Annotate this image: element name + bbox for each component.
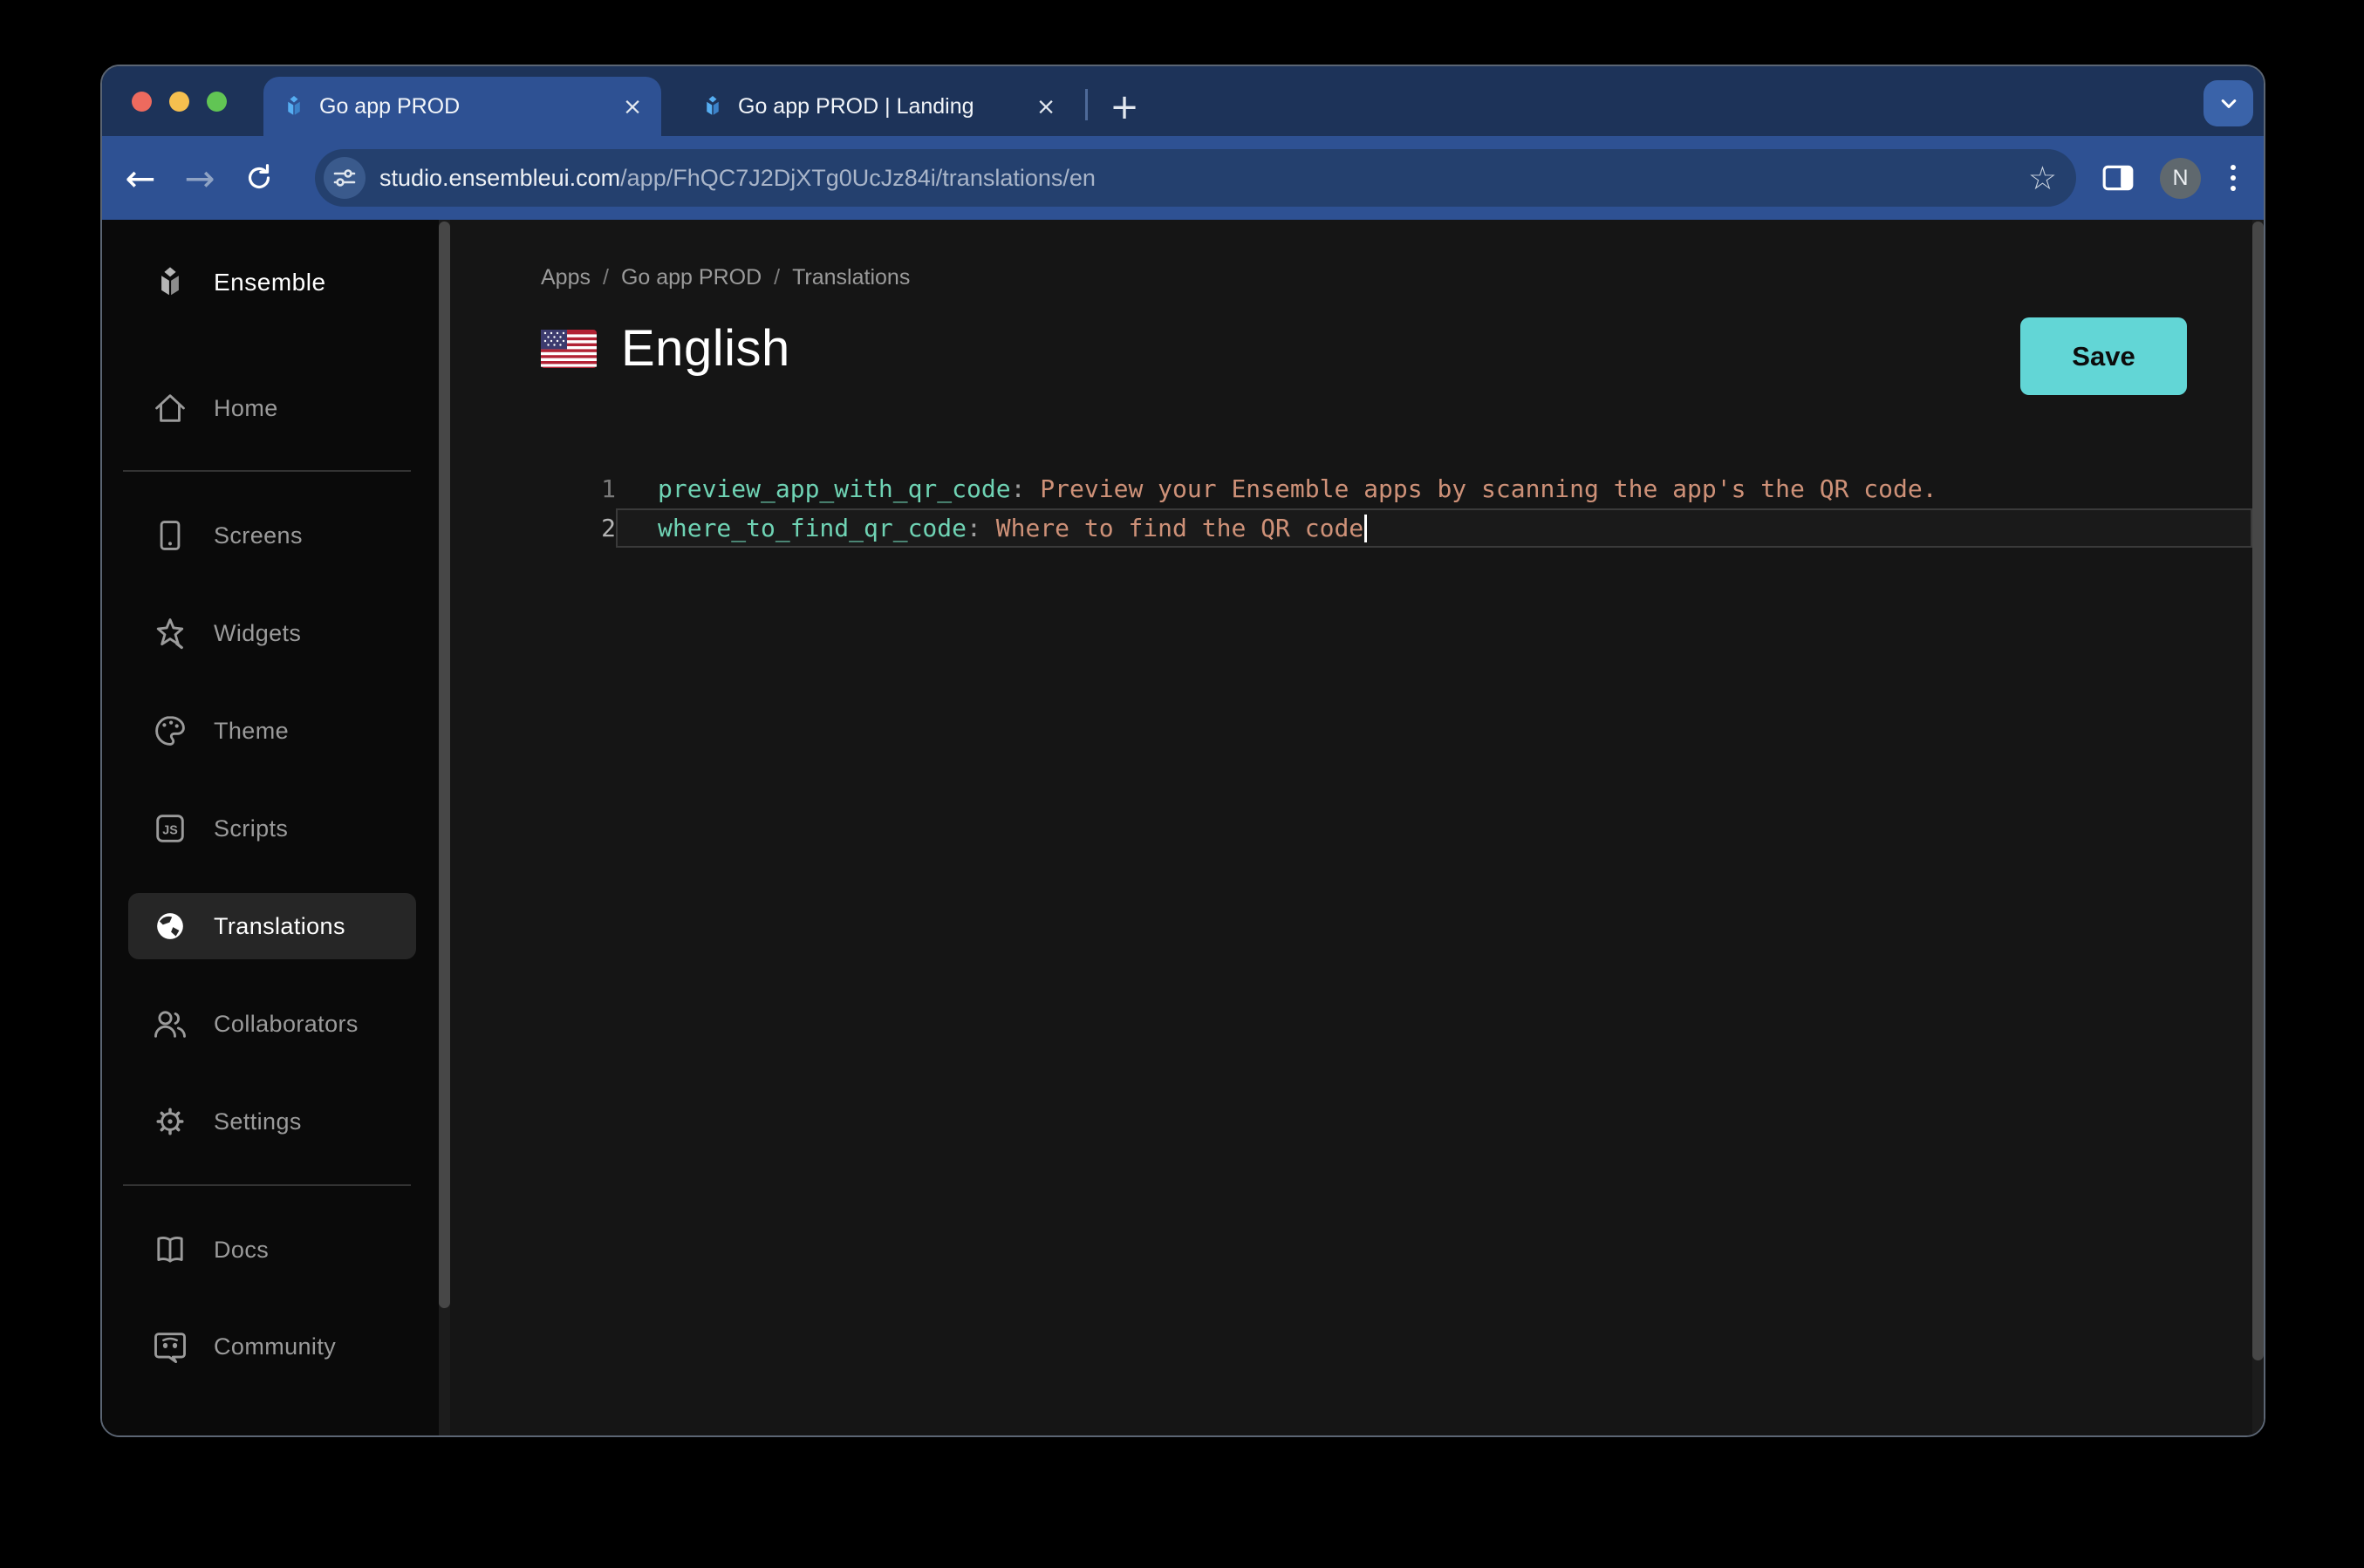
tune-icon bbox=[329, 162, 360, 194]
tab-search-button[interactable] bbox=[2203, 80, 2253, 126]
line-number: 2 bbox=[450, 514, 616, 542]
window-controls bbox=[132, 92, 227, 112]
svg-text:JS: JS bbox=[162, 824, 178, 838]
sidebar-divider bbox=[123, 1184, 411, 1186]
sidebar-scrollbar[interactable] bbox=[439, 222, 450, 1308]
editor-line[interactable]: 1 preview_app_with_qr_code: Preview your… bbox=[450, 469, 2252, 508]
url-domain: studio.ensembleui.com bbox=[379, 165, 620, 191]
side-panel-icon bbox=[2099, 160, 2137, 195]
breadcrumb-app[interactable]: Go app PROD bbox=[621, 265, 762, 290]
new-tab-button[interactable]: + bbox=[1105, 87, 1144, 127]
reload-button[interactable] bbox=[233, 152, 285, 204]
yaml-key: where_to_find_qr_code bbox=[658, 514, 967, 542]
home-icon bbox=[151, 389, 189, 427]
palette-icon bbox=[151, 712, 189, 750]
save-button[interactable]: Save bbox=[2020, 317, 2187, 395]
editor-line-active[interactable]: 2 where_to_find_qr_code: Where to find t… bbox=[450, 508, 2252, 548]
sidebar-item-screens[interactable]: Screens bbox=[128, 502, 416, 569]
tab-title: Go app PROD bbox=[319, 94, 605, 119]
breadcrumb: Apps / Go app PROD / Translations bbox=[541, 265, 910, 290]
profile-avatar[interactable]: N bbox=[2160, 158, 2201, 199]
tab-go-app-prod[interactable]: Go app PROD × bbox=[263, 77, 661, 136]
widgets-star-icon bbox=[151, 614, 189, 652]
zoom-window-button[interactable] bbox=[207, 92, 227, 112]
breadcrumb-translations[interactable]: Translations bbox=[792, 265, 910, 290]
browser-window: Go app PROD × Go app PROD | Landing × + bbox=[100, 65, 2265, 1437]
yaml-key: preview_app_with_qr_code bbox=[658, 474, 1011, 503]
line-number: 1 bbox=[450, 474, 616, 503]
screens-icon bbox=[151, 516, 189, 555]
forward-button[interactable]: → bbox=[174, 152, 226, 204]
code-line[interactable]: where_to_find_qr_code: Where to find the… bbox=[616, 508, 2252, 548]
sidebar-divider bbox=[123, 470, 411, 472]
main-scrollbar[interactable] bbox=[2252, 222, 2264, 1360]
sidebar-item-docs[interactable]: Docs bbox=[128, 1217, 416, 1283]
text-cursor bbox=[1364, 515, 1367, 542]
browser-menu-button[interactable] bbox=[2222, 158, 2244, 198]
gear-icon bbox=[151, 1102, 189, 1141]
book-icon bbox=[151, 1231, 189, 1269]
page-title: English bbox=[621, 319, 790, 378]
yaml-colon: : bbox=[967, 514, 981, 542]
sidebar-scrollbar-track bbox=[439, 220, 450, 1437]
globe-icon bbox=[151, 907, 189, 945]
close-tab-icon[interactable]: × bbox=[618, 92, 647, 121]
brand-row[interactable]: Ensemble bbox=[128, 249, 416, 316]
chevron-down-icon bbox=[2214, 89, 2244, 119]
close-window-button[interactable] bbox=[132, 92, 152, 112]
breadcrumb-separator: / bbox=[774, 265, 780, 290]
people-icon bbox=[151, 1005, 189, 1043]
discord-icon bbox=[151, 1327, 189, 1366]
sidebar-item-collaborators[interactable]: Collaborators bbox=[128, 991, 416, 1057]
code-line[interactable]: preview_app_with_qr_code: Preview your E… bbox=[616, 469, 2252, 508]
sidebar-item-scripts[interactable]: JS Scripts bbox=[128, 795, 416, 862]
site-settings-button[interactable] bbox=[324, 157, 366, 199]
app-content: Ensemble Home bbox=[102, 220, 2264, 1437]
sidebar-item-translations[interactable]: Translations bbox=[128, 893, 416, 959]
sidebar-item-community[interactable]: Community bbox=[128, 1313, 416, 1380]
brand-name: Ensemble bbox=[214, 269, 326, 297]
sidebar-item-theme[interactable]: Theme bbox=[128, 698, 416, 764]
close-tab-icon[interactable]: × bbox=[1031, 92, 1061, 121]
minimize-window-button[interactable] bbox=[169, 92, 189, 112]
tab-go-app-prod-landing[interactable]: Go app PROD | Landing × bbox=[682, 77, 1075, 136]
us-flag-icon bbox=[541, 328, 597, 370]
sidebar: Ensemble Home bbox=[102, 220, 439, 1437]
translations-editor[interactable]: 1 preview_app_with_qr_code: Preview your… bbox=[450, 469, 2252, 548]
back-button[interactable]: ← bbox=[114, 152, 167, 204]
sidebar-item-widgets[interactable]: Widgets bbox=[128, 600, 416, 666]
ensemble-favicon bbox=[700, 93, 726, 119]
ensemble-logo-icon bbox=[151, 263, 189, 302]
yaml-value: Preview your Ensemble apps by scanning t… bbox=[1025, 474, 1937, 503]
sidebar-item-home[interactable]: Home bbox=[128, 375, 416, 441]
side-panel-button[interactable] bbox=[2095, 160, 2141, 195]
breadcrumb-separator: / bbox=[603, 265, 609, 290]
title-row: English Save bbox=[541, 319, 2187, 378]
ensemble-favicon bbox=[281, 93, 307, 119]
url-path: /app/FhQC7J2DjXTg0UcJz84i/translations/e… bbox=[620, 165, 1096, 191]
sidebar-item-settings[interactable]: Settings bbox=[128, 1088, 416, 1155]
tab-strip: Go app PROD × Go app PROD | Landing × + bbox=[102, 66, 2264, 136]
js-icon: JS bbox=[151, 809, 189, 848]
tab-separator bbox=[1085, 89, 1088, 120]
yaml-value: Where to find the QR code bbox=[981, 514, 1363, 542]
browser-toolbar: ← → studio.ensembleui.com/app/FhQC7J bbox=[102, 136, 2264, 220]
main-scrollbar-track bbox=[2252, 220, 2264, 1437]
tab-title: Go app PROD | Landing bbox=[738, 94, 1019, 119]
main-panel: Apps / Go app PROD / Translations bbox=[450, 220, 2264, 1437]
breadcrumb-apps[interactable]: Apps bbox=[541, 265, 591, 290]
url-text: studio.ensembleui.com/app/FhQC7J2DjXTg0U… bbox=[379, 165, 1096, 192]
address-bar[interactable]: studio.ensembleui.com/app/FhQC7J2DjXTg0U… bbox=[315, 149, 2076, 207]
bookmark-star-icon[interactable]: ☆ bbox=[2023, 160, 2062, 197]
yaml-colon: : bbox=[1011, 474, 1026, 503]
